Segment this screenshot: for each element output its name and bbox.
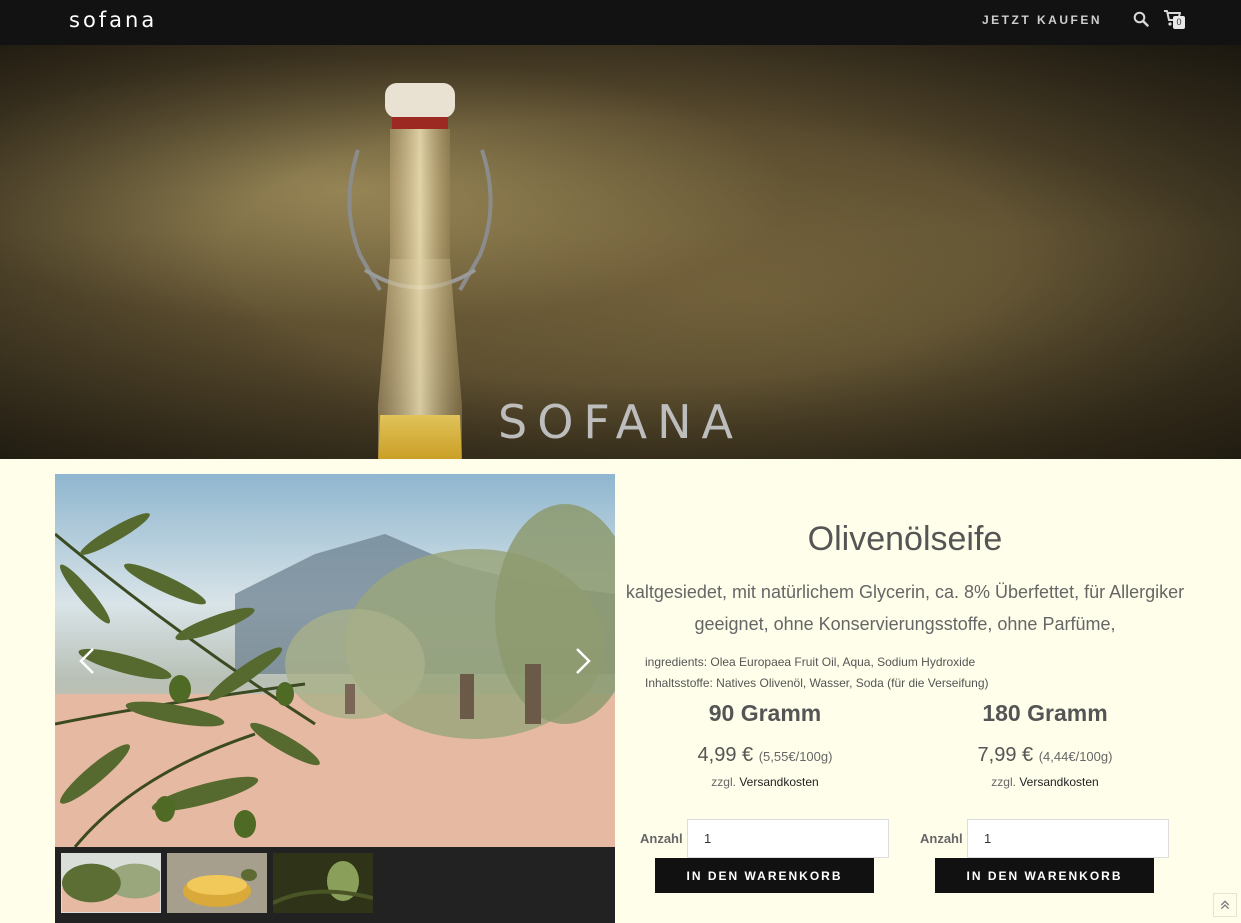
ingredients-block: ingredients: Olea Europaea Fruit Oil, Aq… [645, 652, 989, 694]
add-to-cart-button-180g[interactable]: IN DEN WARENKORB [935, 858, 1154, 893]
price-value: 7,99 € [977, 744, 1034, 766]
carousel-prev-icon[interactable] [75, 646, 99, 676]
hero-title: SOFANA [498, 395, 743, 449]
unit-price: (5,55€/100g) [758, 749, 833, 764]
thumbnail-olive-grove[interactable] [61, 853, 161, 913]
product-description-line: kaltgesiedet, mit natürlichem Glycerin, … [625, 582, 1185, 602]
product-title: Olivenölseife [807, 520, 1003, 558]
product-description: kaltgesiedet, mit natürlichem Glycerin, … [620, 576, 1190, 640]
add-to-cart-button-90g[interactable]: IN DEN WARENKORB [655, 858, 874, 893]
hero-banner: SOFANA [0, 45, 1241, 459]
variant-name: 180 Gramm [982, 700, 1108, 726]
quantity-input-180g[interactable] [967, 819, 1169, 858]
price-value: 4,99 € [697, 744, 754, 766]
shipping-costs-link[interactable]: Versandkosten [739, 775, 818, 789]
nav-link-jetzt-kaufen[interactable]: JETZT KAUFEN [982, 13, 1102, 27]
quantity-label: Anzahl [640, 831, 683, 846]
shipping-note: zzgl. Versandkosten [920, 775, 1170, 789]
thumbnail-olive-closeup[interactable] [273, 853, 373, 913]
product-image-carousel[interactable] [55, 474, 615, 923]
shipping-note: zzgl. Versandkosten [640, 775, 890, 789]
site-logo[interactable]: sofana [69, 8, 157, 32]
shipping-costs-link[interactable]: Versandkosten [1019, 775, 1098, 789]
product-description-line: geeignet, ohne Konservierungsstoffe, ohn… [694, 614, 1116, 634]
inhaltsstoffe-text: Inhaltsstoffe: Natives Olivenöl, Wasser,… [645, 676, 989, 690]
variant-180g: 180 Gramm 7,99 € (4,44€/100g) zzgl. Vers… [920, 700, 1170, 789]
search-icon[interactable] [1133, 11, 1149, 27]
ingredients-text: ingredients: Olea Europaea Fruit Oil, Aq… [645, 655, 976, 669]
carousel-next-icon[interactable] [571, 646, 595, 676]
variant-name: 90 Gramm [708, 700, 822, 726]
shipping-prefix: zzgl. [991, 775, 1016, 789]
variant-price: 4,99 € (5,55€/100g) [640, 744, 890, 767]
olive-grove-image [55, 474, 615, 847]
variant-90g: 90 Gramm 4,99 € (5,55€/100g) zzgl. Versa… [640, 700, 890, 789]
cart-count-badge: 0 [1173, 16, 1185, 29]
thumbnail-olive-oil-bowl[interactable] [167, 853, 267, 913]
shipping-prefix: zzgl. [711, 775, 736, 789]
unit-price: (4,44€/100g) [1038, 749, 1113, 764]
scroll-to-top-icon[interactable] [1213, 893, 1237, 917]
variant-price: 7,99 € (4,44€/100g) [920, 744, 1170, 767]
quantity-label: Anzahl [920, 831, 963, 846]
top-navbar: sofana JETZT KAUFEN 0 [0, 0, 1241, 45]
carousel-thumbnails [55, 847, 615, 923]
quantity-input-90g[interactable] [687, 819, 889, 858]
